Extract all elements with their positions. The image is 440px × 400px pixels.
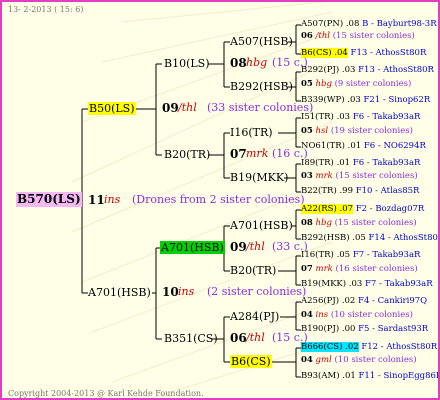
mid-b20-colony[interactable]: B20(TR) [164, 148, 210, 161]
left-upper-sisters: (33 sister colonies) [207, 101, 314, 114]
right-row: NO61(TR) .01 F6 - NO6294R [301, 141, 426, 151]
mid-b20-generation: 07 [230, 147, 247, 161]
rm-b6-colony[interactable]: B6(CS) [230, 355, 272, 368]
right-row: I89(TR) .01 F6 - Takab93aR [301, 158, 421, 168]
root-colony[interactable]: B570(LS) [16, 192, 82, 207]
right-row: 06 /thl (15 sister colonies) [301, 31, 415, 41]
mid-b351-colony[interactable]: B351(CS) [164, 332, 218, 345]
right-row: 05 hbg (9 sister colonies) [301, 79, 412, 89]
right-row: B292(HSB) .05 F14 - AthosSt80R [301, 233, 440, 243]
mid-b10-breed: hbg [246, 56, 268, 69]
pedigree-frame: 13- 2-2013 ( 15: 6) B570(LS) 11 ins (Dro… [0, 0, 440, 400]
root-generation: 11 [88, 193, 105, 207]
rm-a284-colony[interactable]: A284(PJ) [230, 310, 279, 323]
mid-a701-breed: /thl [246, 240, 265, 253]
mid-a701-generation: 09 [230, 240, 247, 254]
left-lower-generation: 10 [162, 285, 179, 299]
right-row: B666(CS) .02 F12 - AthosSt80R [301, 342, 438, 352]
right-row: 08 hbg (15 sister colonies) [301, 218, 417, 228]
rm-b19-colony[interactable]: B19(MKK) [230, 171, 288, 184]
right-row: 07 mrk (16 sister colonies) [301, 264, 418, 274]
rm-a701b-colony[interactable]: A701(HSB) [230, 219, 293, 232]
mid-b351-generation: 06 [230, 331, 247, 345]
left-upper-colony[interactable]: B50(LS) [88, 102, 136, 115]
right-row: 04 ins (10 sister colonies) [301, 310, 413, 320]
right-row: B19(MKK) .03 F7 - Takab93aR [301, 279, 433, 289]
right-row: B190(PJ) .00 F5 - Sardast93R [301, 324, 429, 334]
left-upper-generation: 09 [162, 101, 179, 115]
root-sisters: (Drones from 2 sister colonies) [132, 193, 305, 206]
right-row: A22(RS) .07 F2 - Bozdag07R [301, 204, 425, 214]
right-row: B292(PJ) .03 F13 - AthosSt80R [301, 65, 434, 75]
mid-a701-colony[interactable]: A701(HSB) [160, 241, 225, 254]
mid-b10-generation: 08 [230, 56, 247, 70]
rm-b20b-colony[interactable]: B20(TR) [230, 264, 276, 277]
right-row: B6(CS) .04 F13 - AthosSt80R [301, 48, 427, 58]
right-row: 05 hsl (19 sister colonies) [301, 126, 413, 136]
right-row: B93(AM) .01 F11 - SinopEgg86R [301, 371, 440, 381]
right-row: 03 mrk (15 sister colonies) [301, 171, 418, 181]
mid-b20-breed: mrk [246, 147, 269, 160]
right-row: B22(TR) .99 F10 - Atlas85R [301, 186, 420, 196]
mid-b10-colony[interactable]: B10(LS) [164, 57, 210, 70]
left-lower-breed: ins [178, 285, 195, 298]
right-row: I16(TR) .05 F7 - Takab93aR [301, 250, 421, 260]
copyright-footer: Copyright 2004-2013 @ Karl Kehde Foundat… [8, 389, 204, 398]
left-upper-breed: /thl [178, 101, 197, 114]
right-row: B339(WP) .03 F21 - Sinop62R [301, 95, 431, 105]
mid-b351-breed: /thl [246, 331, 265, 344]
right-row: A256(PJ) .02 F4 - Cankiri97Q [301, 296, 428, 306]
left-lower-colony[interactable]: A701(HSB) [88, 286, 151, 299]
right-row: I51(TR) .03 F6 - Takab93aR [301, 112, 421, 122]
right-row: A507(PN) .08 B - Bayburt98-3R [301, 19, 437, 29]
rm-i16-colony[interactable]: I16(TR) [230, 126, 273, 139]
timestamp: 13- 2-2013 ( 15: 6) [8, 5, 84, 14]
rm-a507-colony[interactable]: A507(HSB) [230, 35, 293, 48]
rm-b292-colony[interactable]: B292(HSB) [230, 80, 293, 93]
right-row: 04 gml (10 sister colonies) [301, 355, 417, 365]
left-lower-sisters: (2 sister colonies) [207, 285, 307, 298]
root-breed: ins [104, 193, 121, 206]
